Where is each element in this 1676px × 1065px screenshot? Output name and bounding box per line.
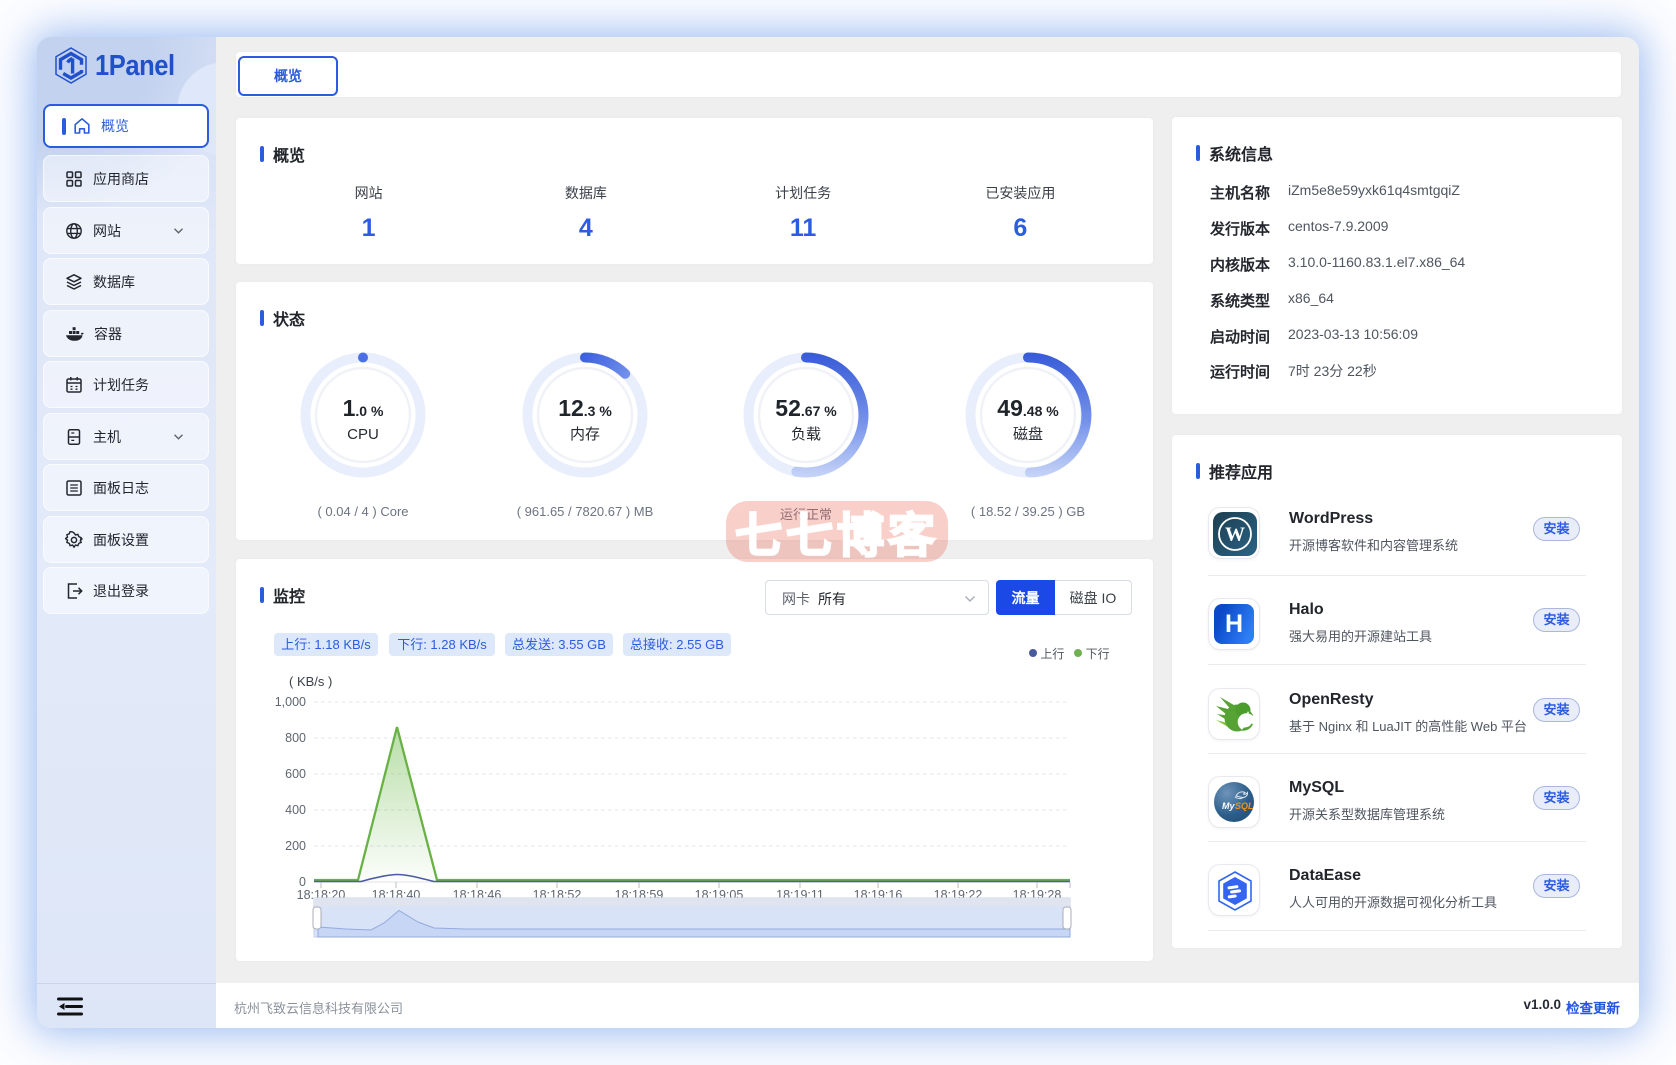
svg-text:800: 800 <box>285 731 306 745</box>
svg-text:( KB/s ): ( KB/s ) <box>289 674 332 689</box>
svg-text:SQL: SQL <box>1235 801 1254 811</box>
svg-text:1,000: 1,000 <box>275 695 306 709</box>
svg-text:400: 400 <box>285 803 306 817</box>
svg-text:My: My <box>1222 801 1235 811</box>
svg-text:600: 600 <box>285 767 306 781</box>
svg-text:200: 200 <box>285 839 306 853</box>
svg-text:W: W <box>1225 524 1245 546</box>
svg-text:0: 0 <box>299 875 306 889</box>
